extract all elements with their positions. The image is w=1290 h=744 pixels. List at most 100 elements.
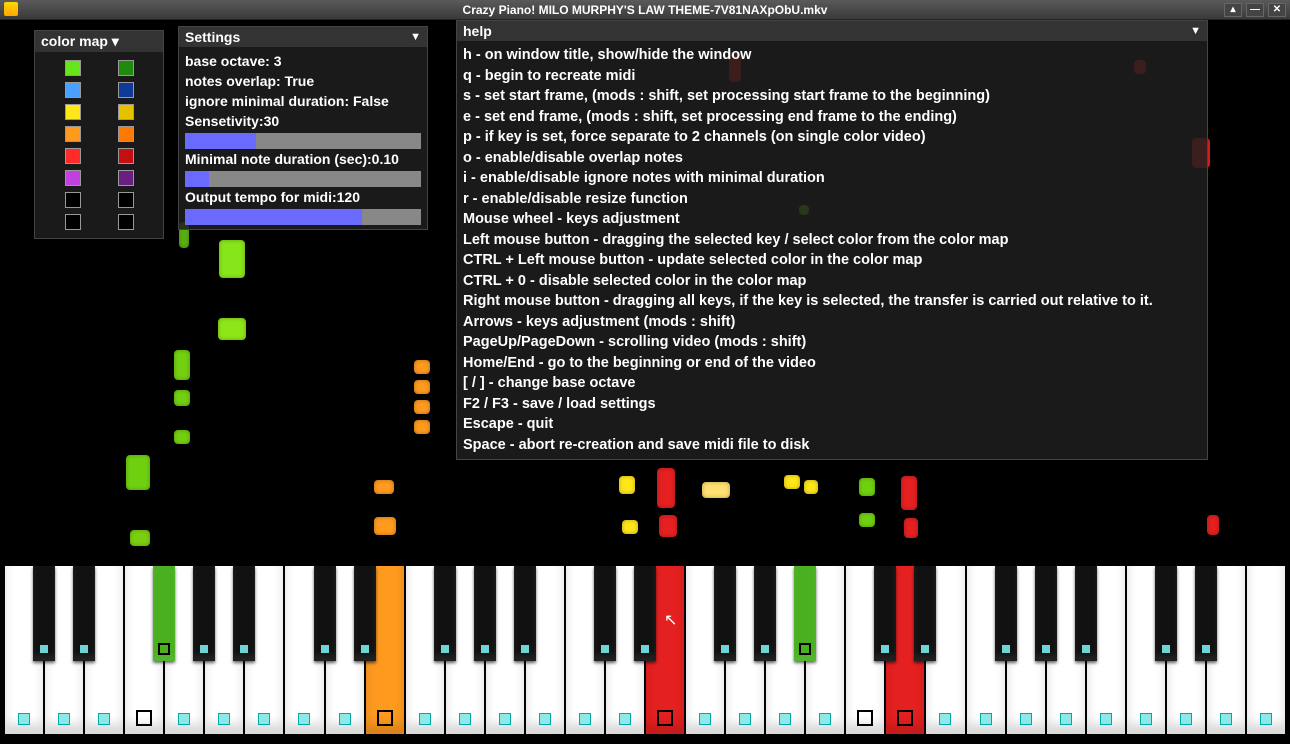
falling-note [859,478,875,496]
key-marker [1021,714,1031,724]
key-marker [40,645,48,653]
key-marker [521,645,529,653]
color-swatch[interactable] [118,104,134,120]
black-key[interactable] [153,566,175,661]
black-key[interactable] [1075,566,1097,661]
key-marker [540,714,550,724]
help-line: i - enable/disable ignore notes with min… [463,168,1201,189]
falling-note [414,360,430,374]
falling-note [784,475,800,489]
falling-note [859,513,875,527]
key-marker [761,645,769,653]
sensitivity-slider[interactable] [185,133,421,149]
black-key[interactable] [1155,566,1177,661]
falling-note [702,482,730,498]
help-line: Left mouse button - dragging the selecte… [463,230,1201,251]
key-marker [441,645,449,653]
window-title-bar: Crazy Piano! MILO MURPHY'S LAW THEME-7V8… [0,0,1290,20]
black-key[interactable] [314,566,336,661]
color-map-panel[interactable]: color map ▾ [34,30,164,239]
color-swatch[interactable] [65,170,81,186]
help-line: [ / ] - change base octave [463,373,1201,394]
key-marker [361,645,369,653]
falling-note [414,400,430,414]
key-marker [59,714,69,724]
black-key[interactable] [354,566,376,661]
black-key[interactable] [634,566,656,661]
falling-note [901,476,917,510]
color-swatch[interactable] [65,192,81,208]
color-map-header[interactable]: color map ▾ [35,31,163,52]
falling-note [174,390,190,406]
min-duration-slider[interactable] [185,171,421,187]
help-line: Mouse wheel - keys adjustment [463,209,1201,230]
help-header[interactable]: help ▼ [457,21,1207,41]
black-key[interactable] [233,566,255,661]
window-up-button[interactable]: ▴ [1224,3,1242,17]
falling-note [414,420,430,434]
video-canvas[interactable]: color map ▾ Settings ▼ base octave: 3 no… [4,20,1286,740]
color-swatch[interactable] [65,126,81,142]
color-swatch[interactable] [65,148,81,164]
black-key[interactable] [474,566,496,661]
color-swatch[interactable] [118,82,134,98]
black-key[interactable] [754,566,776,661]
falling-note [659,515,677,537]
key-marker [659,712,671,724]
key-marker [80,645,88,653]
black-key[interactable] [193,566,215,661]
color-swatch[interactable] [118,60,134,76]
falling-note [130,530,150,546]
color-swatch[interactable] [118,126,134,142]
key-marker [580,714,590,724]
falling-note [622,520,638,534]
key-marker [160,645,168,653]
key-marker [1042,645,1050,653]
black-key[interactable] [874,566,896,661]
black-key[interactable] [434,566,456,661]
color-swatch[interactable] [118,214,134,230]
black-key[interactable] [594,566,616,661]
black-key[interactable] [794,566,816,661]
falling-note [219,240,245,278]
black-key[interactable] [714,566,736,661]
color-swatch[interactable] [65,214,81,230]
color-swatch[interactable] [65,82,81,98]
key-marker [200,645,208,653]
window-minimize-button[interactable]: — [1246,3,1264,17]
black-key[interactable] [914,566,936,661]
help-title: help [463,23,492,39]
help-panel[interactable]: help ▼ h - on window title, show/hide th… [456,20,1208,460]
color-swatch[interactable] [118,170,134,186]
falling-note [374,480,394,494]
color-swatch[interactable] [65,104,81,120]
piano-keyboard[interactable] [4,560,1286,740]
key-marker [1141,714,1151,724]
falling-note [414,380,430,394]
help-line: r - enable/disable resize function [463,189,1201,210]
color-swatch[interactable] [65,60,81,76]
key-marker [19,714,29,724]
color-swatch[interactable] [118,148,134,164]
black-key[interactable] [995,566,1017,661]
black-key[interactable] [33,566,55,661]
black-key[interactable] [1195,566,1217,661]
setting-min-dur-label: Minimal note duration (sec):0.10 [185,149,421,169]
settings-panel[interactable]: Settings ▼ base octave: 3 notes overlap:… [178,26,428,230]
key-marker [620,714,630,724]
black-key[interactable] [1035,566,1057,661]
key-marker [801,645,809,653]
key-marker [460,714,470,724]
key-marker [859,712,871,724]
key-marker [1221,714,1231,724]
window-close-button[interactable]: ✕ [1268,3,1286,17]
black-key[interactable] [73,566,95,661]
setting-sensitivity-label: Sensetivity:30 [185,111,421,131]
key-marker [899,712,911,724]
tempo-slider[interactable] [185,209,421,225]
settings-header[interactable]: Settings ▼ [179,27,427,47]
color-swatch[interactable] [118,192,134,208]
black-key[interactable] [514,566,536,661]
white-key[interactable] [1246,566,1286,734]
key-marker [340,714,350,724]
